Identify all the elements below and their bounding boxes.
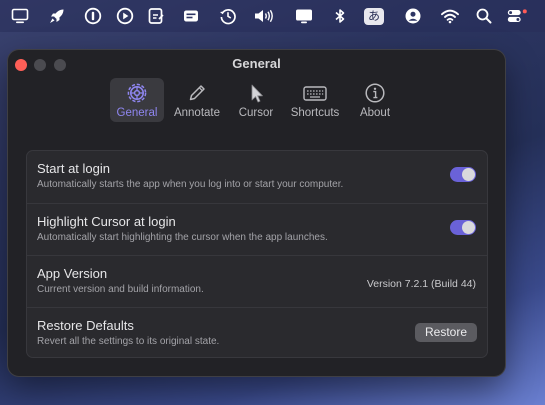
time-machine-icon[interactable] [217,5,239,27]
onepassword-icon[interactable] [82,5,104,27]
tab-about-label: About [359,107,391,119]
setting-highlight-cursor: Highlight Cursor at login Automatically … [27,203,487,256]
title-bar: General [8,50,505,78]
tab-general[interactable]: General [110,78,164,122]
setting-description: Current version and build information. [37,284,204,295]
tab-about[interactable]: About [352,78,398,122]
setting-title: App Version [37,266,108,281]
toggle-knob [462,168,475,181]
control-center-icon[interactable] [506,5,528,27]
window-title: General [232,56,281,71]
cursor-icon [245,81,267,105]
tab-annotate-label: Annotate [173,107,221,119]
setting-app-version: App Version Current version and build in… [27,255,487,308]
wifi-icon[interactable] [439,5,461,27]
settings-window: General General Annotate Cursor Shortcut… [8,50,505,376]
menu-bar: あ [0,0,545,32]
tab-shortcuts[interactable]: Shortcuts [287,78,343,122]
setting-title: Restore Defaults [37,318,134,333]
user-icon[interactable] [402,5,424,27]
input-method-label: あ [364,7,384,25]
settings-panel: Start at login Automatically starts the … [26,150,488,358]
tab-annotate[interactable]: Annotate [169,78,225,122]
notes-icon[interactable] [145,5,167,27]
rocket-icon[interactable] [46,5,68,27]
tab-shortcuts-label: Shortcuts [290,107,340,119]
setting-description: Automatically start highlighting the cur… [37,232,328,243]
pencil-icon [186,81,208,105]
highlight-cursor-toggle[interactable] [450,220,476,235]
display-icon[interactable] [9,5,31,27]
version-value: Version 7.2.1 (Build 44) [366,278,476,290]
bluetooth-icon[interactable] [329,5,351,27]
setting-description: Revert all the settings to its original … [37,336,220,347]
spotlight-icon[interactable] [473,5,495,27]
tab-cursor-label: Cursor [238,107,274,119]
tab-cursor[interactable]: Cursor [232,78,280,122]
toggle-knob [462,221,475,234]
setting-description: Automatically starts the app when you lo… [37,179,344,190]
gear-icon [126,81,148,105]
play-circle-icon[interactable] [114,5,136,27]
screen-mirroring-icon[interactable] [293,5,315,27]
setting-restore-defaults: Restore Defaults Revert all the settings… [27,307,487,360]
keyboard-icon [302,81,328,105]
controlcenter-app-icon[interactable] [180,5,202,27]
restore-button[interactable]: Restore [415,323,477,342]
input-method-icon[interactable]: あ [363,5,385,27]
start-at-login-toggle[interactable] [450,167,476,182]
preferences-toolbar: General Annotate Cursor Shortcuts About [8,78,505,124]
setting-title: Start at login [37,161,110,176]
tab-general-label: General [116,107,158,119]
volume-icon[interactable] [253,5,275,27]
setting-start-at-login: Start at login Automatically starts the … [27,151,487,203]
setting-title: Highlight Cursor at login [37,214,176,229]
info-icon [364,81,386,105]
